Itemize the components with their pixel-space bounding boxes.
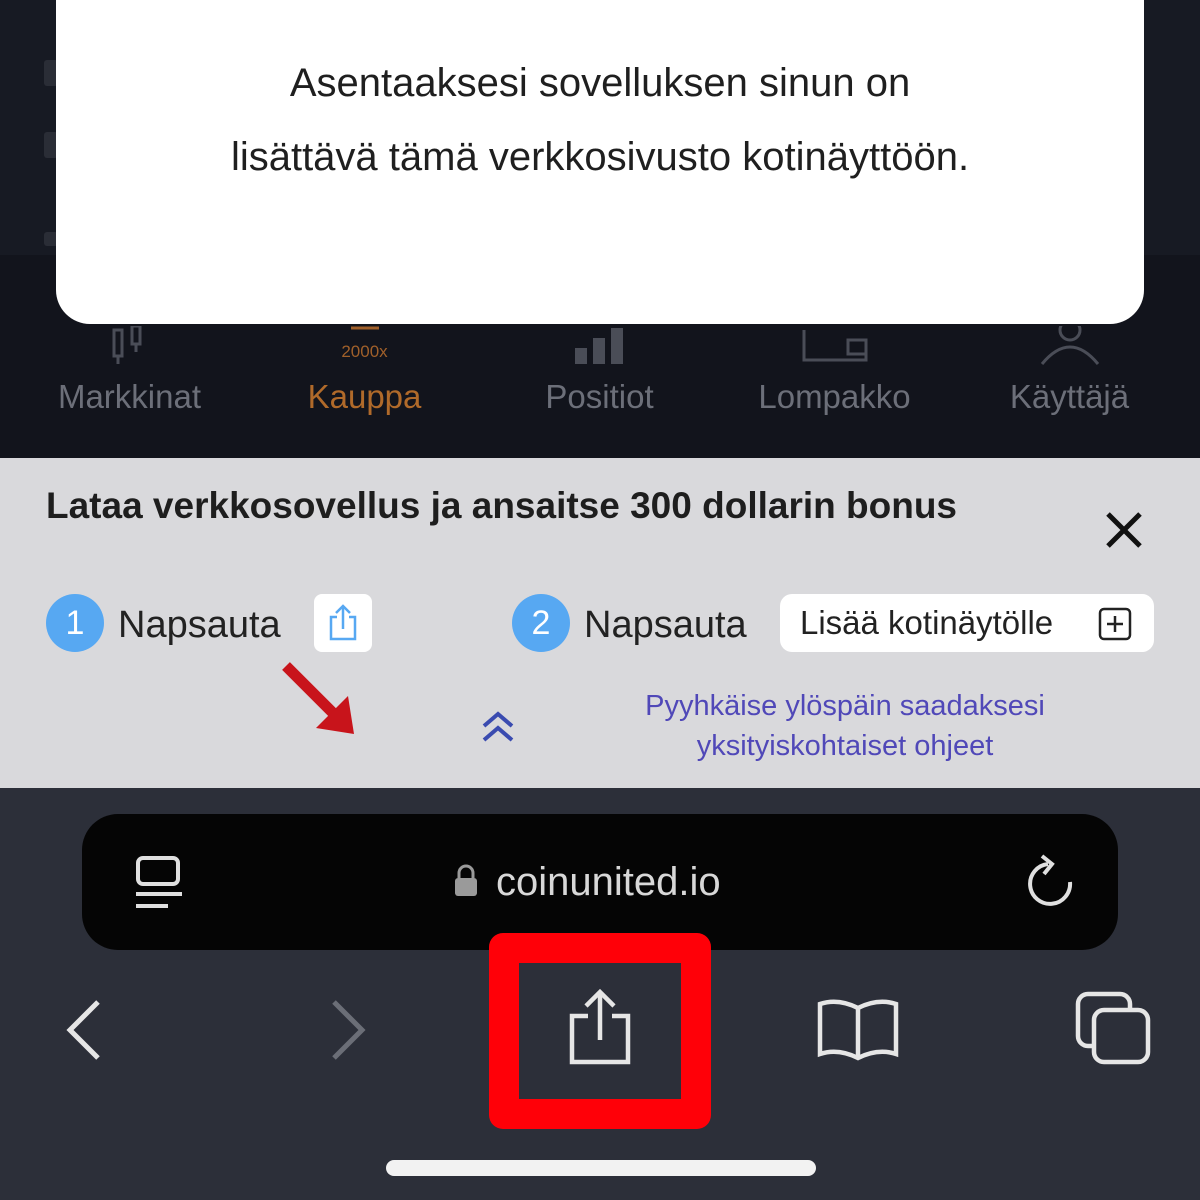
tab-kayttaja[interactable]: Käyttäjä	[952, 320, 1187, 458]
modal-message: Asentaaksesi sovelluksen sinun on lisätt…	[56, 46, 1144, 194]
install-banner: Lataa verkkosovellus ja ansaitse 300 dol…	[0, 458, 1200, 788]
reload-icon[interactable]	[1024, 852, 1080, 910]
lock-icon	[455, 864, 477, 896]
add-to-home-label: Lisää kotinäytölle	[800, 604, 1054, 641]
tab-markkinat[interactable]: Markkinat	[12, 320, 247, 458]
chart-icon	[112, 326, 141, 364]
swipe-hint: Pyyhkäise ylöspäin saadaksesi yksityisko…	[560, 686, 1130, 766]
tab-label: Käyttäjä	[1009, 378, 1130, 415]
close-button[interactable]	[1098, 504, 1150, 556]
tab-label: Markkinat	[57, 378, 202, 415]
step-2-text: Napsauta	[584, 604, 747, 646]
share-icon	[329, 604, 357, 641]
tab-label: Positiot	[545, 378, 654, 415]
swipe-hint-line-2: yksityiskohtaiset ohjeet	[696, 730, 994, 762]
step-1-text: Napsauta	[118, 604, 281, 646]
address-bar[interactable]: coinunited.io	[82, 814, 1118, 950]
plus-square-icon	[1098, 607, 1132, 641]
forward-icon[interactable]	[326, 998, 370, 1062]
modal-line-1: Asentaaksesi sovelluksen sinun on	[289, 61, 911, 105]
step-2-badge: 2	[512, 594, 570, 652]
share-button-highlight	[489, 933, 711, 1129]
tab-label: Lompakko	[758, 378, 911, 415]
add-to-home-chip: Lisää kotinäytölle	[780, 594, 1154, 652]
tab-kauppa[interactable]: 2000x Kauppa	[247, 320, 482, 458]
user-icon	[1040, 326, 1099, 365]
double-chevron-up-icon	[482, 711, 514, 742]
install-instructions-modal: Asentaaksesi sovelluksen sinun on lisätt…	[56, 0, 1144, 324]
wallet-icon	[802, 330, 867, 362]
banner-title: Lataa verkkosovellus ja ansaitse 300 dol…	[46, 485, 957, 526]
swipe-hint-line-1: Pyyhkäise ylöspäin saadaksesi	[645, 690, 1045, 722]
reader-mode-icon[interactable]	[134, 856, 184, 910]
leverage-label: 2000x	[341, 342, 388, 361]
back-icon[interactable]	[62, 998, 106, 1062]
bookmarks-icon[interactable]	[816, 996, 900, 1062]
app-tab-bar: Markkinat 2000x Kauppa Positiot Lompakko…	[0, 320, 1200, 458]
tabs-icon[interactable]	[1074, 990, 1154, 1066]
home-indicator	[386, 1160, 816, 1176]
url-text: coinunited.io	[496, 860, 721, 904]
close-icon	[1106, 512, 1142, 548]
modal-line-2: lisättävä tämä verkkosivusto kotinäyttöö…	[230, 135, 970, 179]
tab-lompakko[interactable]: Lompakko	[717, 320, 952, 458]
red-arrow-icon	[282, 662, 354, 734]
tab-positiot[interactable]: Positiot	[482, 320, 717, 458]
share-chip	[314, 594, 372, 652]
tab-label: Kauppa	[307, 378, 422, 415]
step-1-badge: 1	[46, 594, 104, 652]
bars-icon	[574, 328, 623, 364]
